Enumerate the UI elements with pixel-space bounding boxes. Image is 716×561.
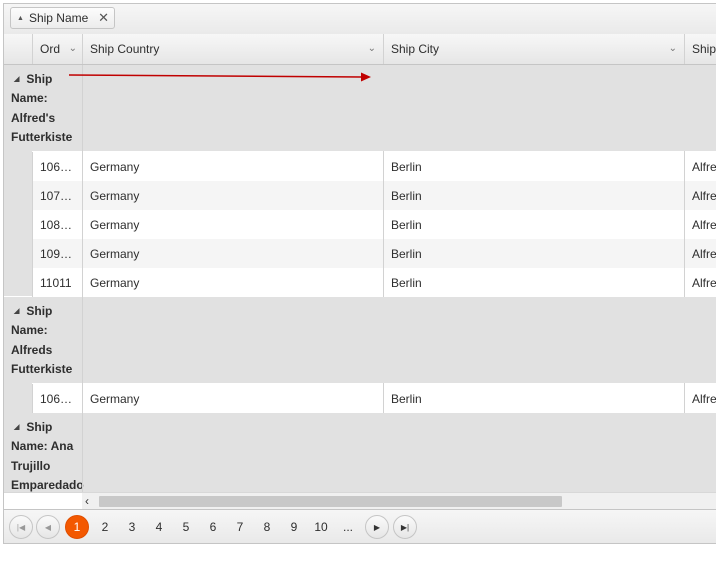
collapse-triangle-icon[interactable]: ◢ [14, 76, 19, 83]
sort-up-icon[interactable]: ▲ [17, 15, 24, 22]
column-header-row: Ord ⌄ Ship Country ⌄ Ship City ⌄ Ship [4, 34, 716, 65]
name-cell: Alfrec [692, 188, 716, 203]
column-divider [82, 151, 83, 297]
city-cell: Berlin [391, 217, 422, 232]
page-button[interactable]: 2 [93, 515, 117, 539]
order-cell: 108… [40, 217, 73, 232]
column-header-order[interactable]: Ord ⌄ [32, 34, 82, 64]
name-cell: Alfrec [692, 217, 716, 232]
column-divider [82, 297, 83, 383]
city-cell: Berlin [391, 159, 422, 174]
column-header-label: Ord [40, 42, 61, 56]
scrollbar-spacer [4, 493, 82, 509]
column-divider [383, 151, 384, 297]
country-cell: Germany [90, 159, 140, 174]
name-cell: Alfrec [692, 391, 716, 406]
group-chip-ship-name[interactable]: ▲ Ship Name ✕ [10, 7, 115, 29]
name-cell: Alfrec [692, 275, 716, 290]
group-indent [4, 383, 32, 413]
group-panel: ▲ Ship Name ✕ [4, 4, 716, 35]
column-divider [383, 383, 384, 413]
column-divider [82, 383, 83, 413]
country-cell: Germany [90, 188, 140, 203]
page-button[interactable]: 8 [255, 515, 279, 539]
order-cell: 106… [40, 391, 73, 406]
chevron-down-icon[interactable]: ⌄ [69, 43, 77, 54]
column-header-label: Ship City [391, 42, 440, 56]
chevron-down-icon[interactable]: ⌄ [669, 43, 677, 54]
column-header-ship-city[interactable]: Ship City ⌄ [383, 34, 684, 64]
city-cell: Berlin [391, 275, 422, 290]
group-header-row[interactable]: ◢ Ship Name: Ana Trujillo Emparedado [4, 413, 716, 492]
table-row[interactable]: 106… Germany Berlin Alfrec [32, 152, 716, 181]
page-button[interactable]: 4 [147, 515, 171, 539]
grid: ▲ Ship Name ✕ Ord ⌄ Ship Country ⌄ Ship … [3, 3, 716, 544]
column-divider [684, 151, 685, 297]
country-cell: Germany [90, 246, 140, 261]
red-arrow-icon [69, 72, 371, 82]
order-cell: 106… [40, 159, 73, 174]
page-button[interactable]: 10 [309, 515, 333, 539]
collapse-triangle-icon[interactable]: ◢ [14, 308, 19, 315]
group-header-label: ◢ Ship Name: Ana Trujillo Emparedado [11, 420, 84, 492]
more-pages-button[interactable]: ... [336, 515, 360, 539]
scrollbar-thumb[interactable] [99, 496, 562, 507]
first-page-icon[interactable]: |◀ [9, 515, 33, 539]
city-cell: Berlin [391, 246, 422, 261]
group-indent [4, 151, 32, 296]
group-header-label: ◢ Ship Name: Alfreds Futterkiste [11, 304, 73, 377]
page-button[interactable]: 5 [174, 515, 198, 539]
order-cell: 107… [40, 188, 73, 203]
column-header-label: Ship Country [90, 42, 160, 56]
horizontal-scrollbar[interactable]: ‹ [4, 492, 716, 509]
page-button[interactable]: 6 [201, 515, 225, 539]
collapse-triangle-icon[interactable]: ◢ [14, 424, 19, 431]
column-divider [82, 413, 83, 492]
table-row[interactable]: 11011 Germany Berlin Alfrec [32, 268, 716, 297]
scroll-left-icon[interactable]: ‹ [85, 494, 89, 508]
country-cell: Germany [90, 275, 140, 290]
close-icon[interactable]: ✕ [98, 10, 109, 26]
order-cell: 109… [40, 246, 73, 261]
group-chip-label: Ship Name [28, 11, 89, 25]
order-cell: 11011 [40, 275, 72, 290]
table-row[interactable]: 109… Germany Berlin Alfrec [32, 239, 716, 268]
table-row[interactable]: 106… Germany Berlin Alfrec [32, 384, 716, 413]
previous-page-icon[interactable]: ◀ [36, 515, 60, 539]
grid-body: ◢ Ship Name: Alfred's Futterkiste 106… Ge… [4, 65, 716, 492]
column-header-label: Ship [692, 42, 716, 56]
city-cell: Berlin [391, 391, 422, 406]
page-button[interactable]: 9 [282, 515, 306, 539]
column-header-ship-country[interactable]: Ship Country ⌄ [82, 34, 383, 64]
column-divider [684, 383, 685, 413]
table-row[interactable]: 108… Germany Berlin Alfrec [32, 210, 716, 239]
country-cell: Germany [90, 217, 140, 232]
last-page-icon[interactable]: ▶| [393, 515, 417, 539]
name-cell: Alfrec [692, 246, 716, 261]
pager: |◀ ◀ 1 2 3 4 5 6 7 8 9 10 ... ▶ ▶| [4, 509, 716, 543]
column-header-ship-name[interactable]: Ship [684, 34, 716, 64]
name-cell: Alfrec [692, 159, 716, 174]
city-cell: Berlin [391, 188, 422, 203]
page-button-current[interactable]: 1 [65, 515, 89, 539]
group-header-row[interactable]: ◢ Ship Name: Alfreds Futterkiste [4, 297, 716, 383]
page-button[interactable]: 3 [120, 515, 144, 539]
next-page-icon[interactable]: ▶ [365, 515, 389, 539]
country-cell: Germany [90, 391, 140, 406]
chevron-down-icon[interactable]: ⌄ [368, 43, 376, 54]
page-button[interactable]: 7 [228, 515, 252, 539]
table-row[interactable]: 107… Germany Berlin Alfrec [32, 181, 716, 210]
